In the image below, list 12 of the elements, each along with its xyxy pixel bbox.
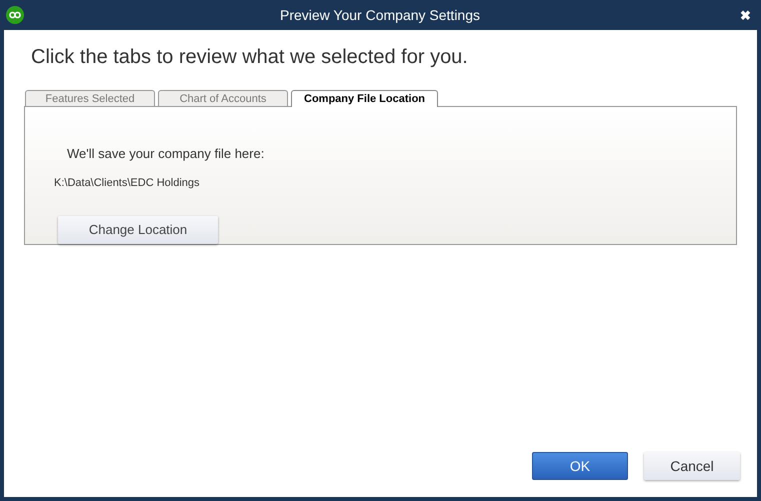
tab[interactable]: Company File Location — [291, 90, 438, 107]
close-button[interactable]: ✖ — [736, 8, 755, 22]
change-location-button[interactable]: Change Location — [58, 216, 218, 244]
file-path: K:\Data\Clients\EDC Holdings — [54, 176, 201, 190]
heading: Click the tabs to review what we selected for you. — [30, 45, 469, 70]
app-logo-icon — [6, 6, 24, 24]
ok-button[interactable]: OK — [532, 452, 628, 480]
tab[interactable]: Features Selected — [25, 90, 155, 106]
window-title: Preview Your Company Settings — [279, 6, 481, 25]
intro-text: We'll save your company file here: — [67, 145, 266, 163]
tab[interactable]: Chart of Accounts — [158, 90, 288, 106]
cancel-button[interactable]: Cancel — [644, 452, 740, 480]
